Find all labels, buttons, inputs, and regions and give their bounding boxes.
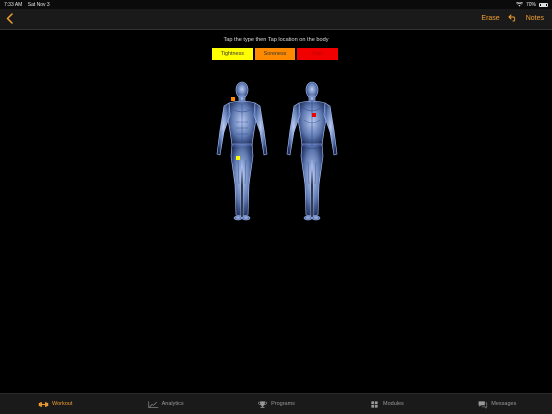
trophy-icon [258, 400, 268, 408]
tab-analytics[interactable]: Analytics [110, 394, 220, 414]
notes-button[interactable]: Notes [526, 15, 544, 22]
tab-programs-label: Programs [271, 401, 295, 407]
chevron-left-icon [6, 13, 13, 24]
status-time: 7:33 AM [4, 1, 23, 8]
status-bar-right: 70% [515, 1, 548, 8]
tab-messages[interactable]: Messages [442, 394, 552, 414]
soreness-marker[interactable] [231, 97, 235, 101]
chart-icon [148, 400, 158, 408]
nav-actions: Erase Notes [481, 14, 544, 22]
tab-modules-label: Modules [383, 401, 404, 407]
tab-bar: Workout Analytics Programs Modules Messa… [0, 393, 552, 414]
status-bar: 7:33 AM Sat Nov 3 70% [0, 0, 552, 9]
tab-modules[interactable]: Modules [331, 394, 441, 414]
back-body-figure[interactable] [286, 81, 338, 221]
type-selector: Tightness Soreness Pain [211, 47, 340, 61]
body-map[interactable] [210, 80, 344, 222]
battery-percent: 70% [525, 1, 536, 8]
back-button[interactable] [3, 12, 15, 25]
battery-icon [539, 2, 548, 7]
tab-workout[interactable]: Workout [0, 394, 110, 414]
chat-icon [478, 400, 488, 409]
front-body-figure[interactable] [216, 81, 268, 221]
grid-icon [371, 400, 378, 408]
dumbbell-icon [38, 401, 49, 407]
status-bar-left: 7:33 AM Sat Nov 3 [4, 2, 54, 8]
tightness-button[interactable]: Tightness [211, 47, 254, 61]
pain-button[interactable]: Pain [296, 47, 340, 61]
tightness-marker[interactable] [236, 156, 240, 160]
pain-marker[interactable] [312, 113, 316, 117]
undo-icon[interactable] [508, 14, 518, 22]
nav-divider [0, 29, 552, 30]
tab-analytics-label: Analytics [161, 401, 184, 407]
status-date: Sat Nov 3 [27, 1, 50, 8]
tab-workout-label: Workout [52, 401, 73, 407]
soreness-button[interactable]: Soreness [253, 47, 297, 61]
wifi-icon [515, 2, 523, 7]
instruction-text: Tap the type then Tap location on the bo… [223, 37, 329, 43]
tab-messages-label: Messages [491, 401, 517, 407]
tab-programs[interactable]: Programs [221, 394, 331, 414]
navigation-bar: Erase Notes [0, 9, 552, 29]
erase-button[interactable]: Erase [481, 15, 499, 22]
